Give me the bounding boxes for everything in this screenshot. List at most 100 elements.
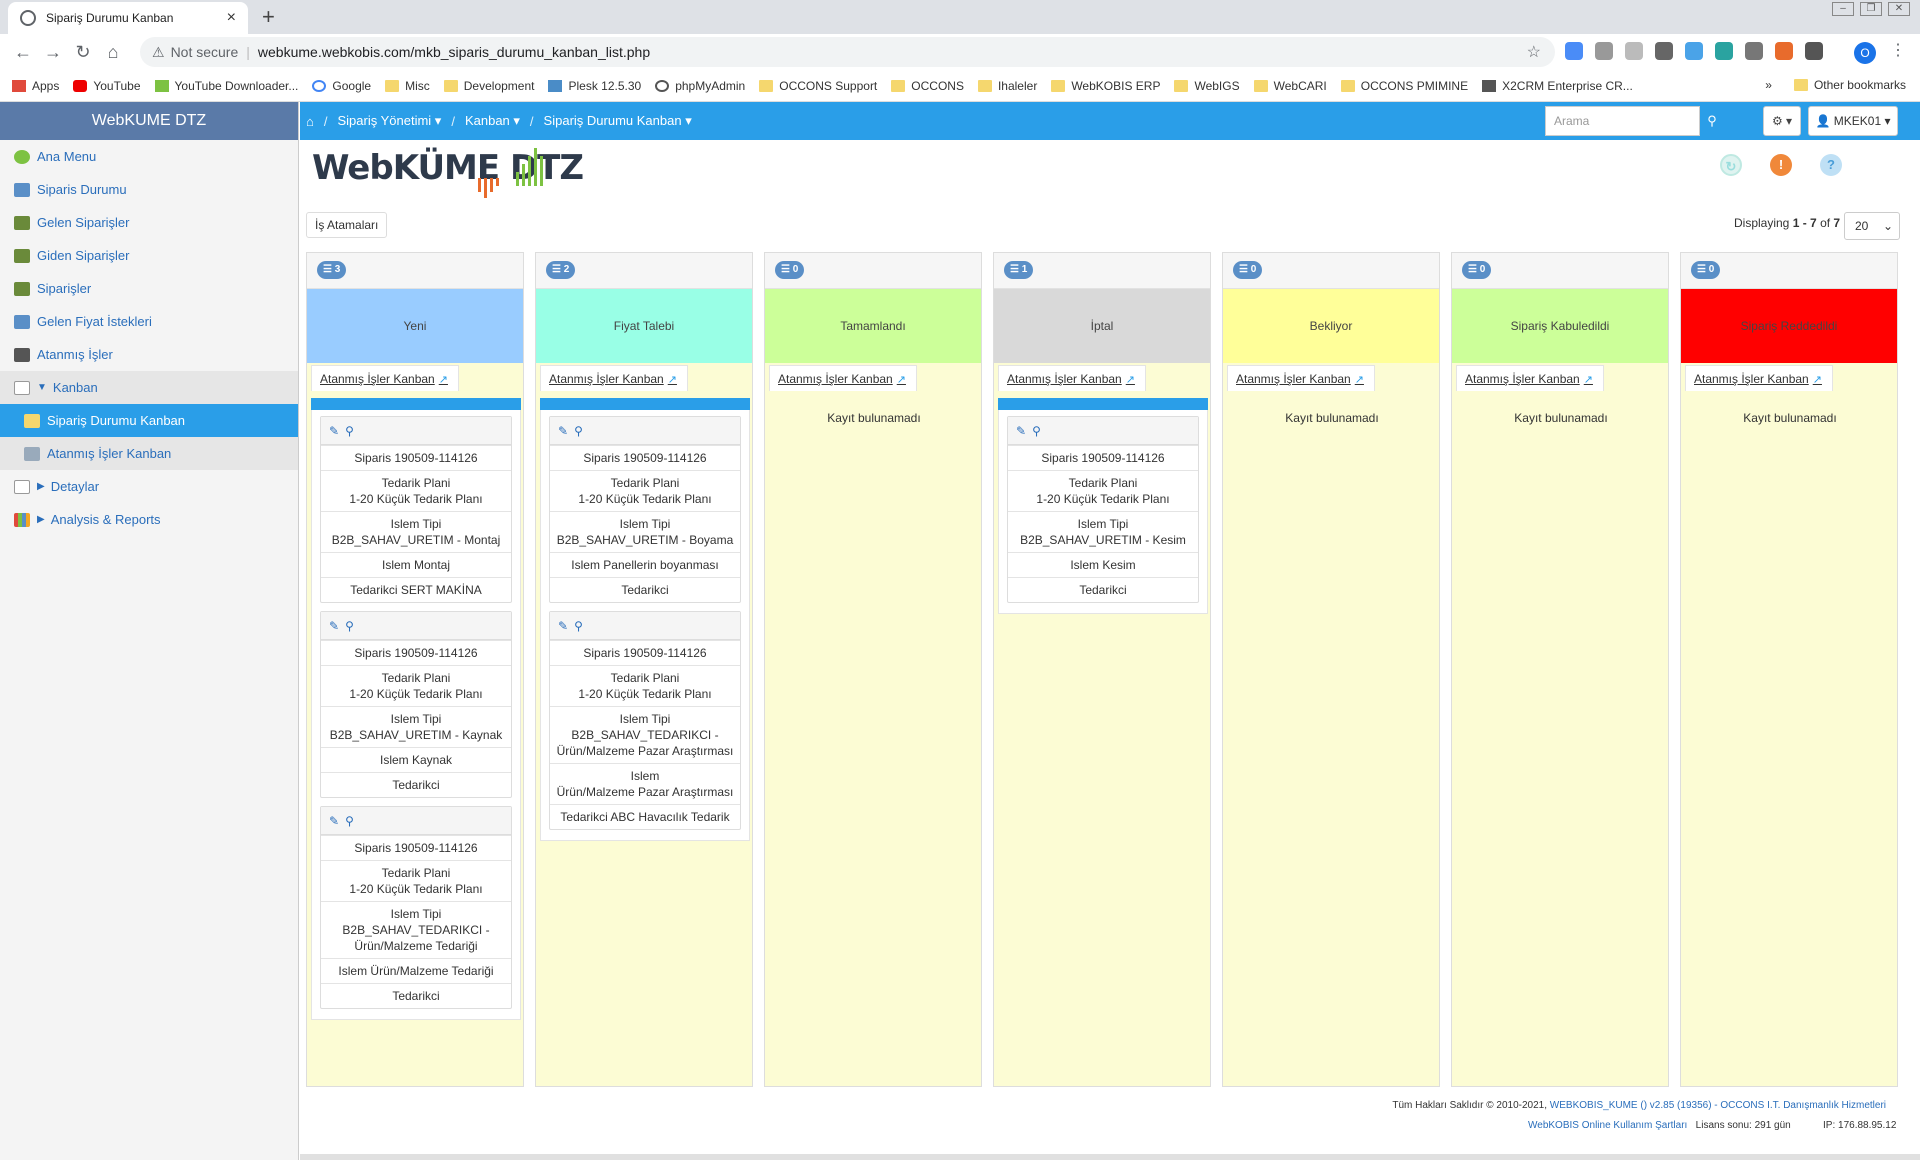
bookmark-youtube-downloader[interactable]: YouTube Downloader...: [154, 79, 298, 93]
bookmark-phpmyadmin[interactable]: phpMyAdmin: [655, 79, 745, 93]
kanban-card[interactable]: ✎ ⚲ Siparis 190509-114126 Tedarik Plani 1-2…: [549, 416, 741, 603]
bookmark-occons-support[interactable]: OCCONS Support: [759, 79, 877, 93]
sidebar-item-atanmis-isler[interactable]: Atanmış İşler: [0, 338, 298, 371]
menu-kebab-icon[interactable]: ⋮: [1890, 40, 1906, 60]
column-count-badge: ☰ 0: [775, 261, 805, 279]
card-field: Tedarikci: [1008, 577, 1198, 602]
close-window-button[interactable]: ✕: [1888, 2, 1910, 16]
bookmark-star-icon[interactable]: ☆: [1527, 42, 1541, 62]
refresh-icon[interactable]: ↻: [1720, 154, 1742, 176]
other-bookmarks[interactable]: » Other bookmarks: [1765, 78, 1906, 92]
atanmis-isler-kanban-link[interactable]: Atanmış İşler Kanban ↗: [998, 365, 1146, 391]
magnifier-icon[interactable]: ⚲: [574, 424, 583, 438]
kanban-card[interactable]: ✎ ⚲ Siparis 190509-114126 Tedarik Plani 1-2…: [320, 806, 512, 1009]
bookmark-webigs[interactable]: WebIGS: [1174, 79, 1240, 93]
reload-icon[interactable]: ↻: [68, 42, 98, 63]
bookmark-webcari[interactable]: WebCARI: [1253, 79, 1327, 93]
search-icon[interactable]: ⚲: [1700, 106, 1724, 136]
edit-pencil-icon[interactable]: ✎: [329, 814, 339, 828]
sidebar-item-ana-menu[interactable]: Ana Menu: [0, 140, 298, 173]
atanmis-isler-kanban-link[interactable]: Atanmış İşler Kanban ↗: [311, 365, 459, 391]
atanmis-isler-kanban-link[interactable]: Atanmış İşler Kanban ↗: [1685, 365, 1833, 391]
home-icon[interactable]: ⌂: [306, 114, 314, 129]
sidebar-item-gelen-fiyat-istekleri[interactable]: Gelen Fiyat İstekleri: [0, 305, 298, 338]
browser-tab[interactable]: Sipariş Durumu Kanban ×: [8, 2, 248, 34]
sidebar-item-kanban[interactable]: ▼ Kanban: [0, 371, 298, 404]
per-page-select[interactable]: 20 ⌄: [1844, 212, 1900, 240]
breadcrumb-siparis-yonetimi[interactable]: Sipariş Yönetimi ▾: [337, 113, 441, 129]
bookmark-occons-pmimine[interactable]: OCCONS PMIMINE: [1340, 79, 1468, 93]
kanban-card[interactable]: ✎ ⚲ Siparis 190509-114126 Tedarik Plani 1-2…: [549, 611, 741, 830]
forward-icon[interactable]: →: [38, 42, 68, 63]
atanmis-isler-kanban-link[interactable]: Atanmış İşler Kanban ↗: [540, 365, 688, 391]
sidebar-item-analysis-reports[interactable]: ▶ Analysis & Reports: [0, 503, 298, 536]
sidebar-item-gelen-siparisler[interactable]: Gelen Siparişler: [0, 206, 298, 239]
sidebar-item-siparis-durumu[interactable]: Siparis Durumu: [0, 173, 298, 206]
sidebar-item-giden-siparisler[interactable]: Giden Siparişler: [0, 239, 298, 272]
bookmark-misc[interactable]: Misc: [385, 79, 430, 93]
recycle-icon[interactable]: [1595, 42, 1613, 60]
edit-pencil-icon[interactable]: ✎: [558, 424, 568, 438]
close-tab-icon[interactable]: ×: [227, 9, 236, 27]
bookmark-x2crm[interactable]: X2CRM Enterprise CR...: [1482, 79, 1633, 93]
magnifier-icon[interactable]: ⚲: [345, 814, 354, 828]
ext-orange-icon[interactable]: [1775, 42, 1793, 60]
translate-icon[interactable]: [1565, 42, 1583, 60]
help-icon[interactable]: ?: [1820, 154, 1842, 176]
sidebar-item-detaylar[interactable]: ▶ Detaylar: [0, 470, 298, 503]
bookmark-youtube[interactable]: YouTube: [73, 79, 141, 93]
magnifier-icon[interactable]: ⚲: [574, 619, 583, 633]
edit-pencil-icon[interactable]: ✎: [1016, 424, 1026, 438]
bookmark-webkobis-erp[interactable]: WebKOBIS ERP: [1051, 79, 1160, 93]
bookmark-plesk[interactable]: Plesk 12.5.30: [548, 79, 641, 93]
bookmark-occons[interactable]: OCCONS: [891, 79, 964, 93]
breadcrumb-siparis-durumu-kanban[interactable]: Sipariş Durumu Kanban ▾: [544, 113, 692, 129]
bookmark-apps[interactable]: Apps: [12, 79, 59, 93]
pin-icon[interactable]: [1655, 42, 1673, 60]
bookmark-development[interactable]: Development: [443, 79, 534, 93]
kanban-card[interactable]: ✎ ⚲ Siparis 190509-114126 Tedarik Plani 1-2…: [320, 416, 512, 603]
new-tab-button[interactable]: +: [262, 4, 275, 30]
minimize-button[interactable]: –: [1832, 2, 1854, 16]
breadcrumb-kanban[interactable]: Kanban ▾: [465, 113, 520, 129]
is-atamalari-button[interactable]: İş Atamaları: [306, 212, 388, 238]
infinity-icon[interactable]: [1685, 42, 1703, 60]
card-field: Islem Tipi B2B_SAHAV_URETIM - Kesim: [1008, 511, 1198, 552]
restore-button[interactable]: ❐: [1860, 2, 1882, 16]
kanban-card[interactable]: ✎ ⚲ Siparis 190509-114126 Tedarik Plani 1-2…: [320, 611, 512, 798]
bookmark-ihaleler[interactable]: Ihaleler: [977, 79, 1037, 93]
alert-icon[interactable]: !: [1770, 154, 1792, 176]
settings-gear-button[interactable]: ⚙ ▾: [1763, 106, 1801, 136]
ext-teal-icon[interactable]: [1715, 42, 1733, 60]
profile-avatar[interactable]: O: [1854, 42, 1876, 64]
atanmis-isler-kanban-link[interactable]: Atanmış İşler Kanban ↗: [1227, 365, 1375, 391]
table-icon: [14, 314, 30, 329]
sidebar-item-siparis-durumu-kanban[interactable]: Sipariş Durumu Kanban: [0, 404, 298, 437]
back-icon[interactable]: ←: [8, 42, 38, 63]
edit-pencil-icon[interactable]: ✎: [329, 619, 339, 633]
kanban-card[interactable]: ✎ ⚲ Siparis 190509-114126 Tedarik Plani 1-2…: [1007, 416, 1199, 603]
user-menu-button[interactable]: 👤 MKEK01 ▾: [1808, 106, 1898, 136]
card-field: Tedarik Plani 1-20 Küçük Tedarik Planı: [1008, 470, 1198, 511]
ext-grid-icon[interactable]: [1745, 42, 1763, 60]
atanmis-isler-kanban-link[interactable]: Atanmış İşler Kanban ↗: [1456, 365, 1604, 391]
version-link[interactable]: WEBKOBIS_KUME () v2.85 (19356) - OCCONS …: [1550, 1100, 1886, 1111]
sidebar-item-siparisler[interactable]: Siparişler: [0, 272, 298, 305]
puzzle-icon[interactable]: [1805, 42, 1823, 60]
home-icon[interactable]: ⌂: [98, 42, 128, 63]
card-field: Tedarikci: [321, 772, 511, 797]
atanmis-isler-kanban-link[interactable]: Atanmış İşler Kanban ↗: [769, 365, 917, 391]
edit-pencil-icon[interactable]: ✎: [558, 619, 568, 633]
bookmark-google[interactable]: Google: [312, 79, 371, 93]
sidebar-item-atanmis-isler-kanban[interactable]: Atanmış İşler Kanban: [0, 437, 298, 470]
search-input[interactable]: Arama: [1545, 106, 1700, 136]
sidebar-brand[interactable]: WebKUME DTZ: [0, 102, 298, 140]
magnifier-icon[interactable]: ⚲: [345, 424, 354, 438]
terms-link[interactable]: WebKOBIS Online Kullanım Şartları: [1528, 1120, 1687, 1131]
more-bookmarks-icon[interactable]: »: [1765, 78, 1772, 92]
edit-pencil-icon[interactable]: ✎: [329, 424, 339, 438]
w-extension-icon[interactable]: [1625, 42, 1643, 60]
address-bar[interactable]: ⚠ Not secure | webkume.webkobis.com/mkb_…: [140, 37, 1555, 67]
magnifier-icon[interactable]: ⚲: [1032, 424, 1041, 438]
magnifier-icon[interactable]: ⚲: [345, 619, 354, 633]
